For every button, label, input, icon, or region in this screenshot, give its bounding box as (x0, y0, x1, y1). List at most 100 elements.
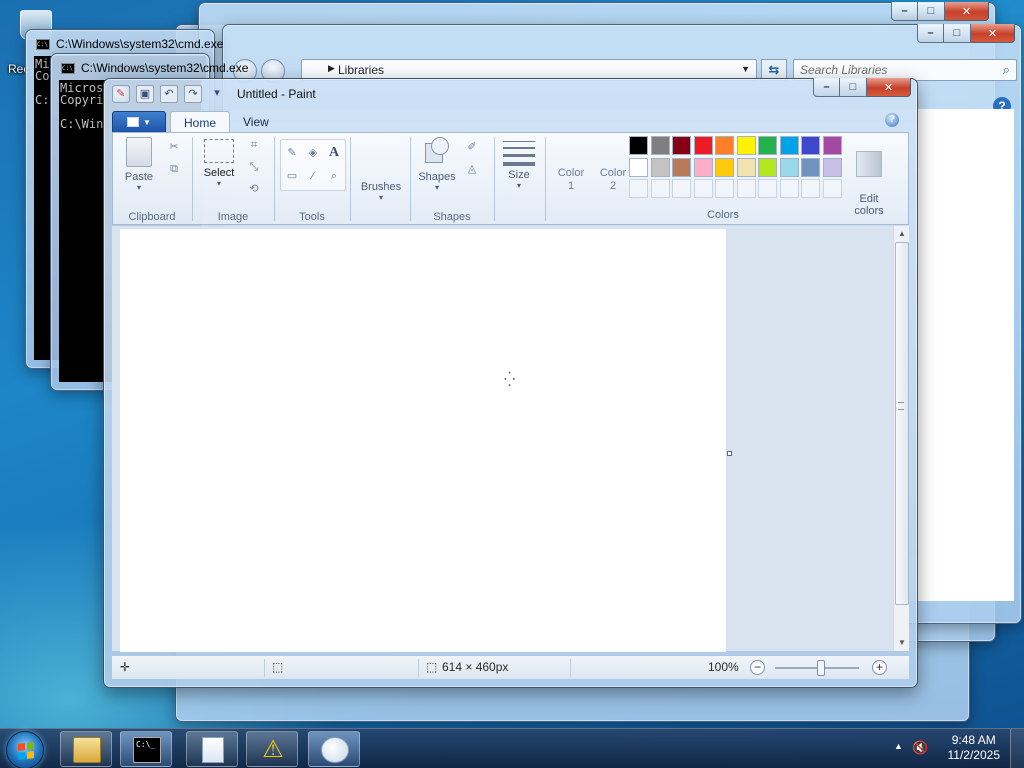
rotate-icon[interactable]: ⟲ (245, 181, 263, 197)
save-icon[interactable]: ▣ (136, 85, 154, 103)
scroll-thumb[interactable] (895, 242, 909, 605)
custom-color-swatch[interactable] (779, 179, 799, 198)
crop-icon[interactable]: ⌗ (245, 137, 263, 153)
copy-icon[interactable]: ⧉ (165, 161, 183, 177)
qat-dropdown-icon[interactable]: ▾ (208, 85, 226, 103)
fill-icon[interactable]: ◈ (304, 145, 322, 161)
address-dropdown-icon[interactable]: ▼ (741, 64, 750, 74)
zoom-slider-thumb[interactable] (817, 660, 825, 676)
paint-app-icon[interactable]: ✎ (112, 85, 130, 103)
custom-color-swatch[interactable] (693, 179, 713, 198)
color1-button[interactable]: Color 1 (551, 167, 591, 193)
group-label-clipboard: Clipboard (128, 211, 176, 223)
color-swatch[interactable] (822, 157, 842, 177)
paint-palette-icon (321, 737, 349, 763)
resize-handle-right[interactable] (727, 451, 732, 456)
color-swatch[interactable] (736, 136, 756, 155)
color-swatch[interactable] (779, 157, 799, 177)
image-size-icon: ⬚ (426, 660, 438, 674)
vertical-scrollbar[interactable]: ▲ ▼ (893, 226, 909, 651)
taskbar-paint[interactable] (308, 731, 360, 767)
color-swatch[interactable] (801, 157, 820, 177)
pencil-icon[interactable]: ✎ (283, 145, 301, 161)
taskbar-warning[interactable]: ⚠ (246, 731, 298, 767)
custom-color-swatch[interactable] (801, 179, 820, 198)
color-swatch[interactable] (693, 157, 713, 177)
paste-button[interactable]: Paste ▾ (121, 137, 157, 192)
color-swatch[interactable] (629, 136, 648, 155)
brushes-button[interactable]: Brushes ▾ (357, 181, 405, 202)
color-swatch[interactable] (758, 157, 777, 177)
canvas-area[interactable]: ⁛ (112, 226, 893, 652)
custom-color-swatch[interactable] (736, 179, 756, 198)
custom-color-swatch[interactable] (715, 179, 734, 198)
minimize-button[interactable]: – (813, 78, 840, 97)
maximize-button[interactable]: □ (918, 2, 945, 21)
speaker-muted-icon[interactable]: 🔇 (912, 740, 928, 756)
taskbar-explorer[interactable] (60, 731, 112, 767)
color-swatch[interactable] (801, 136, 820, 155)
maximize-button[interactable]: □ (944, 24, 971, 43)
custom-color-swatch[interactable] (758, 179, 777, 198)
scroll-grip-icon (898, 402, 904, 410)
maximize-button[interactable]: □ (840, 78, 867, 97)
resize-icon[interactable]: ⤡ (245, 159, 263, 175)
color-swatch[interactable] (822, 136, 842, 155)
text-icon[interactable]: A (325, 145, 343, 161)
clock[interactable]: 9:48 AM 11/2/2025 (948, 733, 1001, 763)
color-swatch[interactable] (693, 136, 713, 155)
undo-icon[interactable]: ↶ (160, 85, 178, 103)
zoom-out-button[interactable]: − (750, 660, 765, 675)
start-button[interactable] (6, 731, 44, 768)
taskbar-notepad[interactable] (186, 731, 238, 767)
redo-icon[interactable]: ↷ (184, 85, 202, 103)
color-swatch[interactable] (715, 136, 734, 155)
edit-colors-button[interactable]: Edit colors (845, 139, 893, 229)
select-button[interactable]: Select ▾ (197, 139, 241, 188)
close-button[interactable]: ✕ (971, 24, 1015, 43)
taskbar: C:\_ ⚠ ▲ 🔇 9:48 AM 11/2/2025 (0, 728, 1024, 768)
canvas[interactable] (120, 229, 726, 652)
zoom-in-button[interactable]: + (872, 660, 887, 675)
divider (418, 659, 419, 677)
taskbar-cmd[interactable]: C:\_ (120, 731, 172, 767)
eraser-icon[interactable]: ▭ (283, 168, 301, 184)
color-swatch[interactable] (758, 136, 777, 155)
tab-view[interactable]: View (230, 111, 282, 133)
color-swatch[interactable] (650, 136, 670, 155)
color-swatch[interactable] (672, 157, 691, 177)
close-button[interactable]: ✕ (945, 2, 989, 21)
help-icon[interactable]: ? (885, 113, 899, 127)
show-desktop-button[interactable] (1010, 729, 1024, 768)
custom-color-swatch[interactable] (822, 179, 842, 198)
show-hidden-icons-icon[interactable]: ▲ (894, 741, 903, 751)
custom-color-swatch[interactable] (672, 179, 691, 198)
outline-icon[interactable]: ✐ (463, 139, 481, 155)
color-swatch[interactable] (629, 157, 648, 177)
color-picker-icon[interactable]: ⁄ (304, 168, 322, 184)
color-swatch[interactable] (715, 157, 734, 177)
color-swatch[interactable] (779, 136, 799, 155)
tab-home[interactable]: Home (170, 111, 231, 133)
size-button[interactable]: Size ▾ (499, 139, 539, 190)
magnifier-icon[interactable]: ⌕ (325, 168, 343, 184)
cmd-icon: C:\ (36, 39, 50, 50)
color-swatch[interactable] (736, 157, 756, 177)
minimize-button[interactable]: – (891, 2, 918, 21)
color-swatch[interactable] (650, 157, 670, 177)
color-swatch[interactable] (672, 136, 691, 155)
custom-color-swatch[interactable] (629, 179, 648, 198)
fill-shape-icon[interactable]: ◬ (463, 161, 481, 177)
cut-icon[interactable]: ✂ (165, 139, 183, 155)
custom-color-swatch[interactable] (650, 179, 670, 198)
brushes-label: Brushes (360, 181, 402, 193)
close-button[interactable]: ✕ (867, 78, 911, 97)
file-menu-button[interactable]: ▼ (112, 111, 166, 133)
minimize-button[interactable]: – (917, 24, 944, 43)
status-bar: ✛ ⬚ ⬚ 614 × 460px 100% − + (112, 655, 909, 679)
divider (494, 137, 495, 221)
scroll-up-icon[interactable]: ▲ (894, 226, 910, 242)
paint-window[interactable]: ✎ ▣ ↶ ↷ ▾ Untitled - Paint – □ ✕ ▼ Home … (103, 78, 918, 688)
scroll-down-icon[interactable]: ▼ (894, 635, 910, 651)
shapes-button[interactable]: Shapes ▾ (415, 137, 459, 192)
